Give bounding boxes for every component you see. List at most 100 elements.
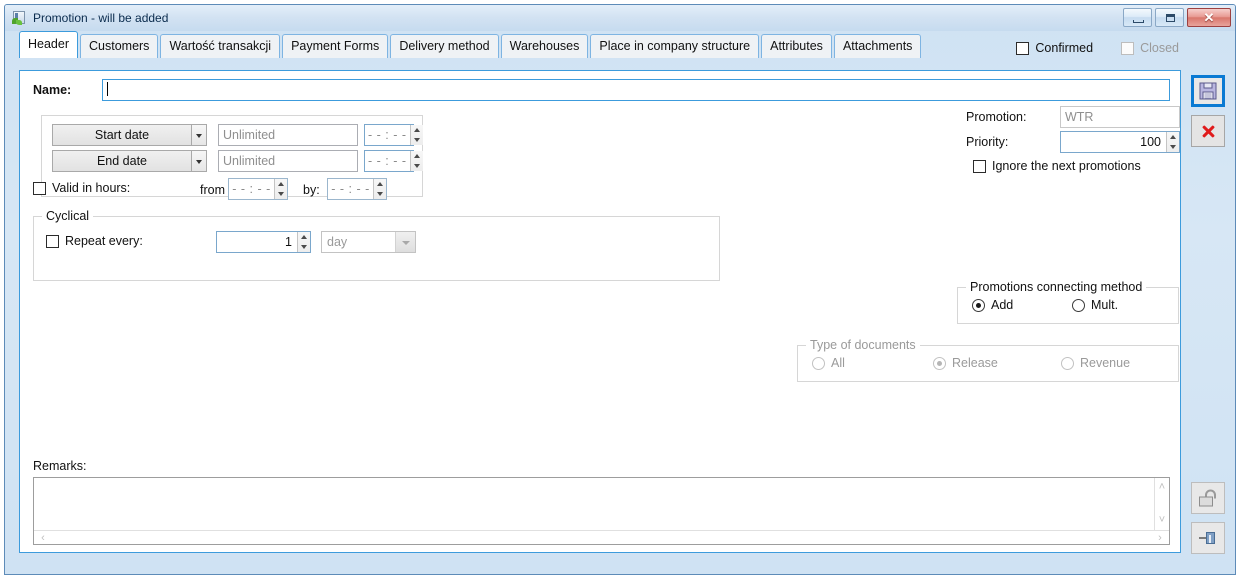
promotion-code-input: WTR xyxy=(1060,106,1180,128)
start-time-input[interactable]: - - : - - xyxy=(364,124,423,146)
priority-label: Priority: xyxy=(966,135,1009,149)
unlock-button xyxy=(1191,482,1225,514)
scroll-right-icon[interactable]: › xyxy=(1153,531,1167,545)
repeat-interval-spinner[interactable] xyxy=(297,232,310,252)
text-caret xyxy=(107,82,108,96)
maximize-button[interactable] xyxy=(1155,8,1184,27)
spinner-down-icon[interactable] xyxy=(275,189,287,199)
tab-header[interactable]: Header xyxy=(19,31,78,58)
type-of-documents-release-label: Release xyxy=(952,356,998,370)
valid-in-hours-label: Valid in hours: xyxy=(52,181,131,195)
end-time-spinner[interactable] xyxy=(409,151,423,171)
scroll-down-icon[interactable]: ˅ xyxy=(1155,513,1169,528)
repeat-every-checkbox-box xyxy=(46,234,59,248)
spinner-down-icon[interactable] xyxy=(1167,142,1179,152)
name-label: Name: xyxy=(33,83,72,97)
end-time-input[interactable]: - - : - - xyxy=(364,150,423,172)
closed-checkbox: Closed xyxy=(1121,41,1179,55)
tab-delivery-method[interactable]: Delivery method xyxy=(390,34,499,58)
start-time-spinner[interactable] xyxy=(409,125,423,145)
name-input[interactable] xyxy=(102,79,1170,101)
start-date-button[interactable]: Start date xyxy=(52,124,192,146)
radio-unselected-icon xyxy=(812,356,825,370)
radio-unselected-icon xyxy=(1072,298,1085,312)
spinner-up-icon[interactable] xyxy=(411,151,423,161)
minimize-button[interactable] xyxy=(1123,8,1152,27)
scroll-left-icon[interactable]: ‹ xyxy=(36,531,50,545)
tab-bar: Header Customers Wartość transakcji Paym… xyxy=(5,31,1235,58)
tab-place-in-company-structure[interactable]: Place in company structure xyxy=(590,34,760,58)
by-label: by: xyxy=(303,183,320,197)
priority-input[interactable]: 100 xyxy=(1060,131,1180,153)
tab-warehouses[interactable]: Warehouses xyxy=(500,34,589,58)
confirmed-checkbox[interactable]: Confirmed xyxy=(1016,41,1093,55)
tab-attachments[interactable]: Attachments xyxy=(833,34,922,58)
end-date-button[interactable]: End date xyxy=(52,150,192,172)
spinner-up-icon[interactable] xyxy=(1167,132,1179,142)
spinner-up-icon[interactable] xyxy=(298,232,310,242)
start-date-dropdown-button[interactable] xyxy=(192,124,207,146)
pin-icon xyxy=(1199,531,1217,545)
save-button[interactable] xyxy=(1191,75,1225,107)
spinner-down-icon[interactable] xyxy=(298,242,310,252)
remarks-textarea[interactable]: ˄ ˅ ‹ › xyxy=(33,477,1170,545)
confirmed-checkbox-box xyxy=(1016,41,1030,55)
valid-by-time-input[interactable]: - - : - - xyxy=(327,178,387,200)
repeat-every-checkbox[interactable]: Repeat every: xyxy=(46,234,143,248)
title-bar: Promotion - will be added ✕ xyxy=(5,5,1235,31)
remarks-label: Remarks: xyxy=(33,459,87,473)
tab-payment-forms[interactable]: Payment Forms xyxy=(282,34,389,58)
radio-selected-icon xyxy=(933,356,946,370)
type-of-documents-all-radio: All xyxy=(812,356,845,370)
window-controls: ✕ xyxy=(1123,8,1231,27)
cancel-icon xyxy=(1200,123,1216,139)
cyclical-group-title: Cyclical xyxy=(42,209,94,223)
tab-customers[interactable]: Customers xyxy=(80,34,159,58)
closed-checkbox-box xyxy=(1121,41,1135,55)
window-title: Promotion - will be added xyxy=(33,11,169,25)
connecting-method-add-label: Add xyxy=(991,298,1014,312)
tab-attributes[interactable]: Attributes xyxy=(761,34,832,58)
tab-wartosc-transakcji[interactable]: Wartość transakcji xyxy=(160,34,281,58)
confirmed-label: Confirmed xyxy=(1035,41,1094,55)
repeat-interval-value: 1 xyxy=(285,235,292,249)
valid-from-time-input[interactable]: - - : - - xyxy=(228,178,288,200)
ignore-next-promotions-label: Ignore the next promotions xyxy=(992,159,1141,173)
spinner-down-icon[interactable] xyxy=(411,161,423,171)
ignore-next-promotions-checkbox[interactable]: Ignore the next promotions xyxy=(973,159,1141,173)
valid-from-spinner[interactable] xyxy=(274,179,287,199)
connecting-method-mult-radio[interactable]: Mult. xyxy=(1072,298,1118,312)
spinner-down-icon[interactable] xyxy=(411,135,423,145)
close-icon: ✕ xyxy=(1203,10,1215,25)
cyclical-group: Cyclical Repeat every: 1 day xyxy=(33,209,720,281)
cancel-button[interactable] xyxy=(1191,115,1225,147)
promotion-label: Promotion: xyxy=(966,110,1027,124)
repeat-interval-input[interactable]: 1 xyxy=(216,231,311,253)
radio-unselected-icon xyxy=(1061,356,1074,370)
pin-button xyxy=(1191,522,1225,554)
valid-in-hours-checkbox[interactable]: Valid in hours: xyxy=(33,181,130,195)
type-of-documents-all-label: All xyxy=(831,356,845,370)
connecting-method-add-radio[interactable]: Add xyxy=(972,298,1013,312)
start-time-value: - - : - - xyxy=(368,128,407,142)
type-of-documents-title: Type of documents xyxy=(806,338,920,352)
spinner-up-icon[interactable] xyxy=(374,179,386,189)
maximize-icon xyxy=(1166,14,1175,22)
connecting-method-mult-label: Mult. xyxy=(1091,298,1119,312)
remarks-horizontal-scrollbar[interactable]: ‹ › xyxy=(34,530,1169,544)
start-date-input[interactable]: Unlimited xyxy=(218,124,358,146)
close-button[interactable]: ✕ xyxy=(1187,8,1231,27)
remarks-vertical-scrollbar[interactable]: ˄ ˅ xyxy=(1154,478,1169,530)
promotions-connecting-method-title: Promotions connecting method xyxy=(966,280,1147,294)
spinner-down-icon[interactable] xyxy=(374,189,386,199)
end-date-dropdown-button[interactable] xyxy=(192,150,207,172)
valid-from-time-value: - - : - - xyxy=(232,182,271,196)
end-date-input[interactable]: Unlimited xyxy=(218,150,358,172)
scroll-up-icon[interactable]: ˄ xyxy=(1155,480,1169,495)
priority-spinner[interactable] xyxy=(1166,132,1179,152)
repeat-unit-select: day xyxy=(321,231,416,253)
valid-by-time-value: - - : - - xyxy=(331,182,370,196)
valid-by-spinner[interactable] xyxy=(373,179,386,199)
spinner-up-icon[interactable] xyxy=(275,179,287,189)
spinner-up-icon[interactable] xyxy=(411,125,423,135)
